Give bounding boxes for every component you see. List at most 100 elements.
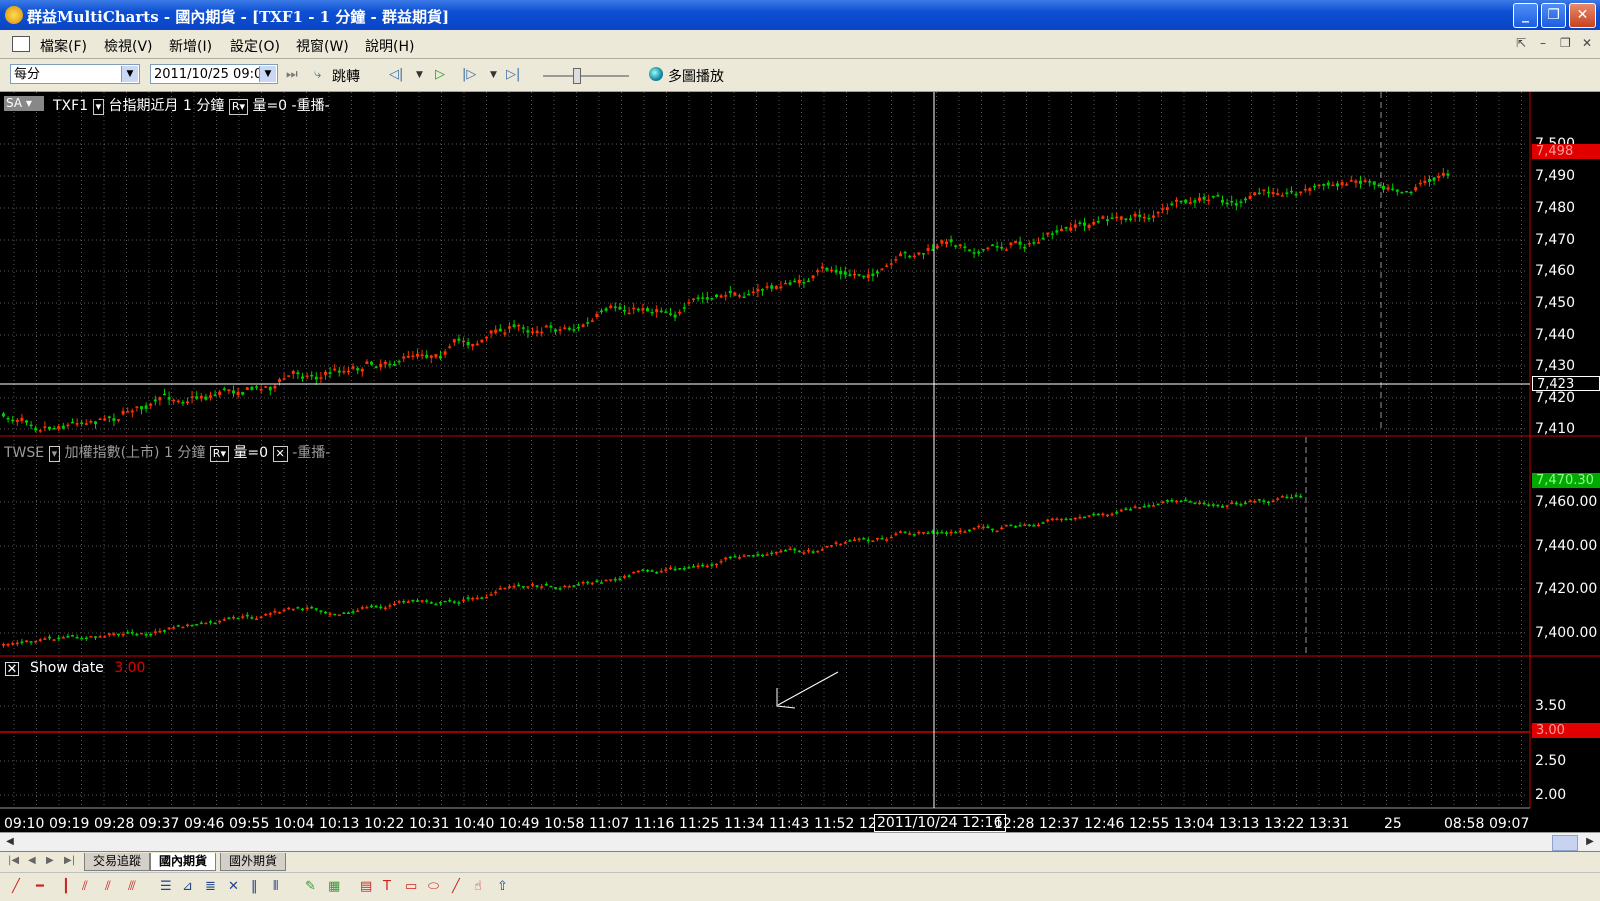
globe-icon[interactable] xyxy=(649,67,663,81)
tab-foreign-futures[interactable]: 國外期貨 xyxy=(220,853,287,871)
chart-area[interactable]: SA ▾ TXF1 ▾ 台指期近月 1 分鐘 R▾ 量=0 -重播- 7,500… xyxy=(0,92,1600,832)
document-icon[interactable] xyxy=(12,36,30,52)
tab-first-icon[interactable]: |◀ xyxy=(8,855,19,866)
tab-domestic-futures[interactable]: 國內期貨 xyxy=(150,853,217,871)
menu-file[interactable]: 檔案(F) xyxy=(40,36,87,56)
brush-icon[interactable]: ✎ xyxy=(305,880,316,894)
candle-body xyxy=(788,282,792,285)
jump-icon[interactable]: ⤷ xyxy=(314,67,321,82)
speedline-icon[interactable]: ≣ xyxy=(205,880,216,894)
cycle-icon[interactable]: ‖ xyxy=(251,880,258,894)
fan-icon[interactable]: ⊿ xyxy=(182,880,193,894)
go-last-icon[interactable]: ▷| xyxy=(506,67,520,82)
tab-last-icon[interactable]: ▶| xyxy=(64,855,75,866)
candle-body xyxy=(1276,193,1280,195)
minimize-button[interactable]: _ xyxy=(1513,3,1538,28)
scroll-thumb[interactable] xyxy=(1552,835,1578,851)
close-button[interactable]: ✕ xyxy=(1569,3,1596,28)
candle-body xyxy=(641,308,645,311)
trendline-icon[interactable]: ☰ xyxy=(160,880,172,894)
candle-body xyxy=(1395,189,1399,192)
menu-view[interactable]: 檢視(V) xyxy=(104,36,153,56)
candle-body xyxy=(282,378,286,380)
candle-body xyxy=(1147,505,1151,507)
candle-body xyxy=(609,579,613,581)
show-date-checkbox[interactable]: ✕ xyxy=(5,662,19,676)
panel2-symbol[interactable]: TWSE xyxy=(4,445,44,461)
grid-icon[interactable]: ▦ xyxy=(328,880,340,894)
sa-button[interactable]: SA ▾ xyxy=(4,96,44,111)
jump-button[interactable]: 跳轉 xyxy=(332,66,360,86)
pencil-icon[interactable]: ╱ xyxy=(12,880,20,894)
go-end-icon[interactable]: ⏭ xyxy=(286,67,298,82)
mdi-close-icon[interactable]: ✕ xyxy=(1582,36,1592,50)
vline-icon[interactable]: ┃ xyxy=(62,880,70,894)
channel-icon[interactable]: ⫽ xyxy=(82,880,88,894)
candle-body xyxy=(848,274,852,276)
candle-body xyxy=(6,418,10,420)
candle-body xyxy=(1340,182,1344,186)
rectangle-icon[interactable]: ▭ xyxy=(405,880,417,894)
hline-icon[interactable]: ━ xyxy=(36,880,44,894)
candle-body xyxy=(176,625,180,627)
tab-prev-icon[interactable]: ◀ xyxy=(28,855,36,866)
date-select[interactable]: 2011/10/25 09:00 ▼ xyxy=(150,64,278,84)
candle-body xyxy=(181,402,185,404)
menu-new[interactable]: 新增(I) xyxy=(169,36,212,56)
chevron-down-icon[interactable]: ▼ xyxy=(416,70,423,80)
candle-body xyxy=(1161,208,1165,211)
chevron-down-icon[interactable]: ▼ xyxy=(259,66,276,82)
scroll-right-icon[interactable]: ▶ xyxy=(1582,834,1598,849)
time-icon[interactable]: ⫴ xyxy=(273,880,278,894)
chevron-down-icon[interactable]: ▼ xyxy=(490,70,497,80)
play-icon[interactable]: ▷ xyxy=(435,67,445,82)
step-back-icon[interactable]: ◁| xyxy=(389,67,403,82)
scroll-left-icon[interactable]: ◀ xyxy=(2,834,18,849)
panel1-r-button[interactable]: R▾ xyxy=(228,99,248,115)
candle-body xyxy=(411,599,415,602)
candle-body xyxy=(471,597,475,600)
text-box-icon[interactable]: ▤ xyxy=(360,880,372,894)
candle-body xyxy=(1138,507,1142,509)
slider-knob[interactable] xyxy=(573,68,581,84)
app-icon[interactable] xyxy=(5,6,23,24)
parallel-icon[interactable]: ⫽ xyxy=(105,880,111,894)
candle-body xyxy=(1414,187,1418,191)
menu-settings[interactable]: 設定(O) xyxy=(230,36,280,56)
hand-icon[interactable]: ☝ xyxy=(474,880,482,894)
candle-body xyxy=(986,247,990,250)
mdi-restore-icon[interactable]: ❐ xyxy=(1560,36,1571,50)
arrow-up-icon[interactable]: ⇧ xyxy=(497,880,508,894)
ellipse-icon[interactable]: ⬭ xyxy=(428,880,439,894)
close-icon[interactable]: ✕ xyxy=(272,446,288,462)
chevron-down-icon[interactable]: ▼ xyxy=(121,66,138,82)
text-icon[interactable]: T xyxy=(383,880,391,894)
interval-select[interactable]: 每分 ▼ xyxy=(10,64,140,84)
price-chart[interactable] xyxy=(0,92,1600,832)
candle-body xyxy=(126,632,130,634)
menu-window[interactable]: 視窗(W) xyxy=(296,36,349,56)
panel2-dropdown-icon[interactable]: ▾ xyxy=(48,446,61,462)
step-forward-icon[interactable]: |▷ xyxy=(462,67,476,82)
tab-next-icon[interactable]: ▶ xyxy=(46,855,54,866)
menu-help[interactable]: 說明(H) xyxy=(365,36,414,56)
candle-body xyxy=(107,416,111,419)
fib-icon[interactable]: ✕ xyxy=(228,880,239,894)
multi-play-button[interactable]: 多圖播放 xyxy=(668,66,724,86)
candle-body xyxy=(857,274,861,276)
candle-body xyxy=(1267,191,1270,194)
panel1-symbol[interactable]: TXF1 xyxy=(53,98,88,114)
candle-body xyxy=(627,575,631,577)
andrews-icon[interactable]: ⫻ xyxy=(128,880,136,894)
panel1-dropdown-icon[interactable]: ▾ xyxy=(92,99,105,115)
mdi-float-icon[interactable]: ⇱ xyxy=(1516,36,1526,50)
candle-body xyxy=(130,631,134,634)
panel2-r-button[interactable]: R▾ xyxy=(209,446,229,462)
maximize-button[interactable]: ❐ xyxy=(1541,3,1566,28)
speed-slider[interactable] xyxy=(543,68,629,84)
mdi-minimize-icon[interactable]: – xyxy=(1540,36,1546,50)
tab-trade-tracking[interactable]: 交易追蹤 xyxy=(84,853,151,871)
candle-body xyxy=(963,531,967,533)
horizontal-scrollbar[interactable]: ◀ ▶ xyxy=(0,832,1600,851)
arc-icon[interactable]: ╱ xyxy=(452,880,460,894)
